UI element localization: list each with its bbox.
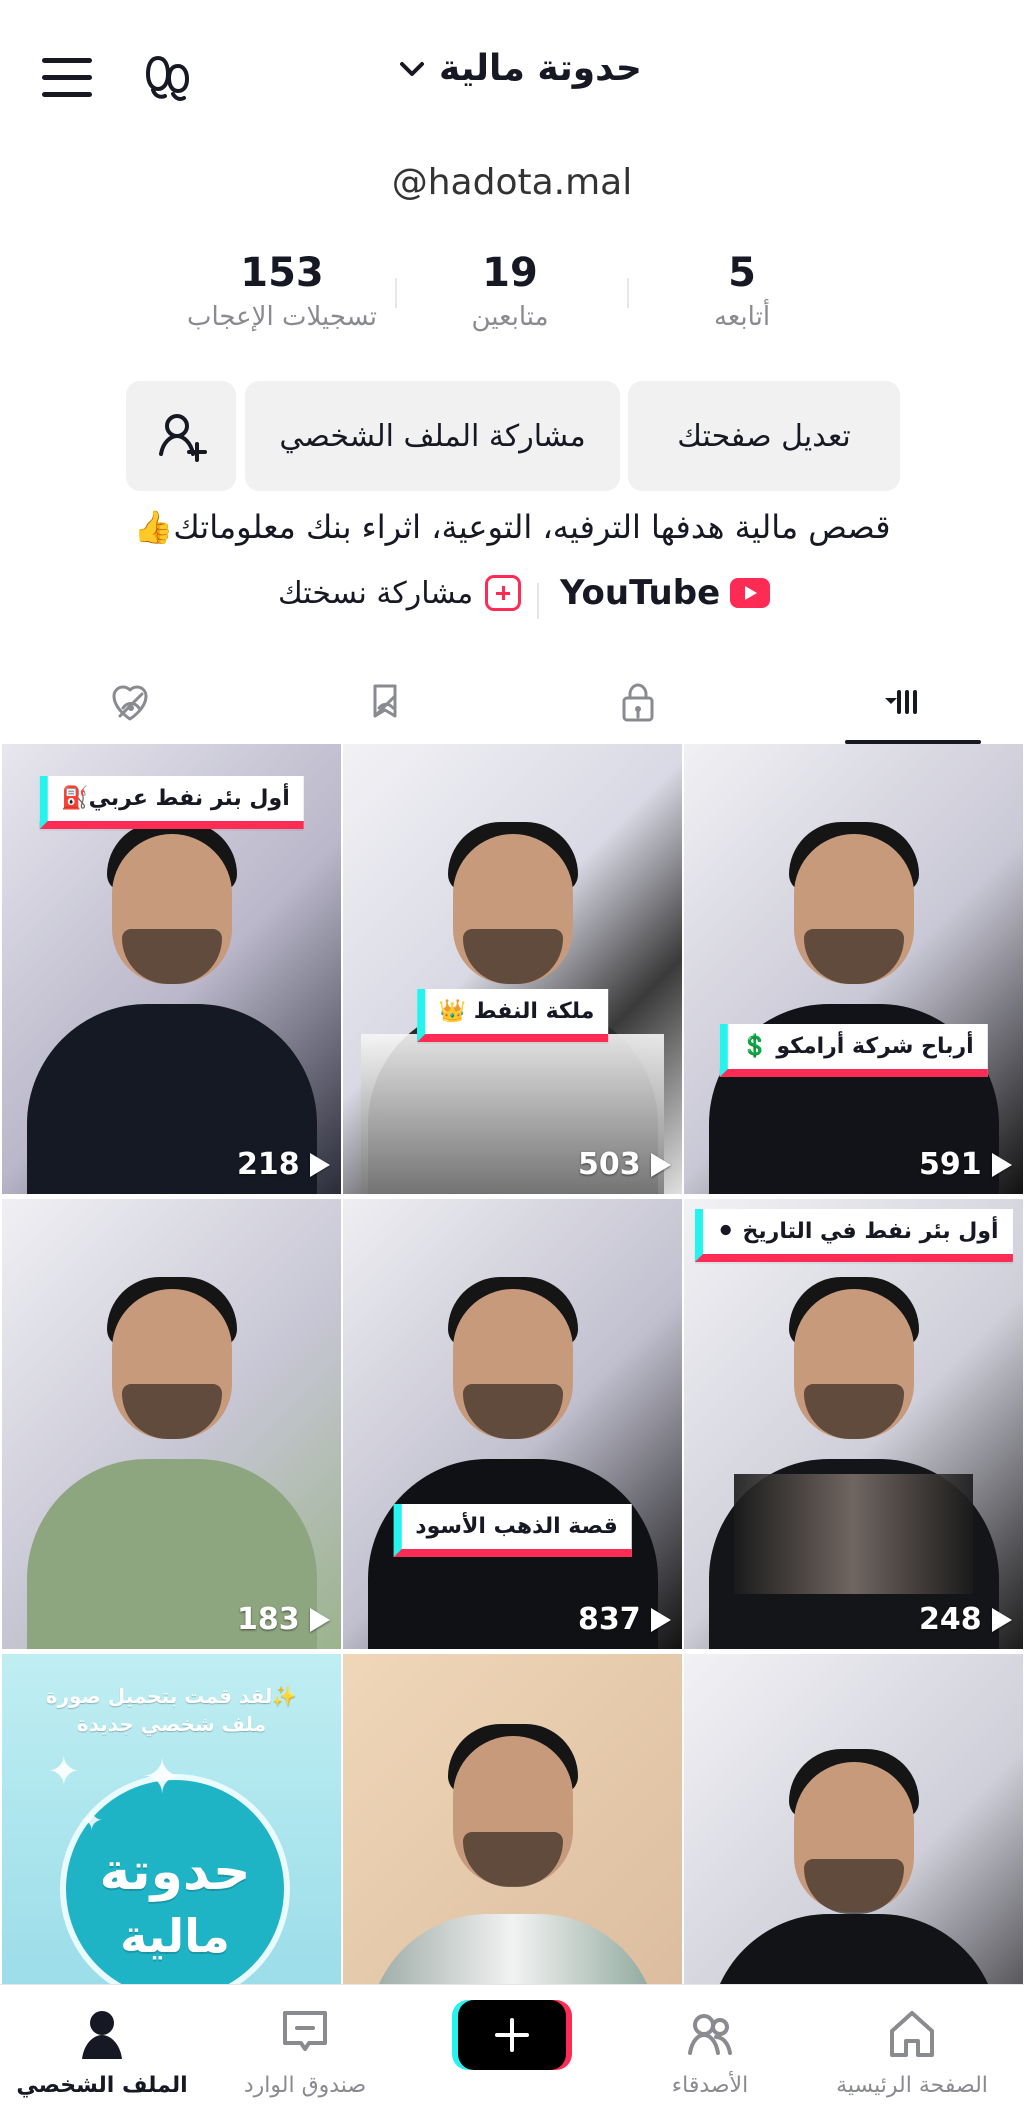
nav-friends[interactable]: الأصدقاء: [610, 2003, 810, 2113]
youtube-link[interactable]: YouTube: [560, 573, 771, 613]
play-icon: [309, 1152, 330, 1177]
video-tile[interactable]: 183: [2, 1199, 341, 1649]
nav-inbox[interactable]: صندوق الوارد: [205, 2003, 405, 2113]
share-copy-link[interactable]: مشاركة نسختك: [278, 575, 522, 611]
following-label: أتابعه: [713, 302, 771, 332]
create-button[interactable]: [458, 2000, 566, 2070]
profile-switcher[interactable]: حدوتة مالية: [395, 48, 642, 89]
add-friends-button[interactable]: [126, 381, 236, 491]
nav-home-label: الصفحة الرئيسية: [836, 2073, 988, 2098]
likes-stat[interactable]: 153 تسجيلات الإعجاب: [172, 250, 392, 332]
menu-line: [42, 58, 92, 63]
nav-friends-label: الأصدقاء: [671, 2073, 749, 2098]
video-caption: أرباح شركة أرامكو 💲: [719, 1024, 988, 1077]
following-stat[interactable]: 5 أتابعه: [632, 250, 852, 332]
view-count-value: 248: [919, 1602, 982, 1637]
inbox-icon: [283, 2011, 327, 2051]
play-icon: [650, 1607, 671, 1632]
video-tile[interactable]: ملكة النفط 👑 503: [343, 744, 682, 1194]
likes-label: تسجيلات الإعجاب: [186, 302, 378, 332]
video-caption: أول بئر نفط في التاريخ ⚫: [694, 1209, 1013, 1262]
menu-line: [42, 92, 92, 97]
view-count-value: 591: [919, 1147, 982, 1182]
footprints-icon[interactable]: [142, 52, 194, 104]
view-count: 837: [578, 1602, 671, 1637]
tab-private[interactable]: [578, 660, 698, 744]
upload-message: ✨لقد قمت بتحميل صورة ملف شخصي جديدة: [45, 1684, 298, 1736]
view-count-value: 837: [578, 1602, 641, 1637]
followers-label: متابعين: [471, 302, 549, 332]
home-icon: [890, 2011, 934, 2057]
chevron-down-icon: [400, 61, 424, 76]
stats-divider: [627, 278, 629, 308]
plus-icon: [495, 2018, 529, 2052]
profile-screen: حدوتة مالية @hadota.mal 153 تسجيلات الإع…: [0, 0, 1024, 2116]
profile-title: حدوتة مالية: [439, 48, 642, 89]
video-caption: قصة الذهب الأسود: [393, 1504, 632, 1557]
friends-icon: [688, 2014, 732, 2055]
view-count: 591: [919, 1147, 1012, 1182]
profile-tabs: [0, 660, 1024, 744]
view-count: 183: [237, 1602, 330, 1637]
lock-icon: [622, 683, 654, 722]
share-copy-label: مشاركة نسختك: [278, 575, 474, 611]
add-user-icon: [159, 414, 207, 462]
followers-stat[interactable]: 19 متابعين: [400, 250, 620, 332]
profile-stats: 153 تسجيلات الإعجاب 19 متابعين 5 أتابعه: [0, 250, 1024, 350]
youtube-icon: [730, 578, 771, 608]
nav-profile-label: الملف الشخصي: [16, 2073, 188, 2098]
video-tile[interactable]: قصة الذهب الأسود 837: [343, 1199, 682, 1649]
tab-liked[interactable]: [70, 660, 190, 744]
profile-bio: قصص مالية هدفها الترفيه، التوعية، اثراء …: [133, 508, 891, 546]
nav-home[interactable]: الصفحة الرئيسية: [812, 2003, 1012, 2113]
nav-inbox-label: صندوق الوارد: [243, 2073, 367, 2098]
menu-icon[interactable]: [42, 58, 92, 98]
followers-count: 19: [482, 250, 538, 296]
video-tile[interactable]: أول بئر نفط في التاريخ ⚫ 248: [684, 1199, 1023, 1649]
stats-divider: [395, 278, 397, 308]
view-count-value: 218: [237, 1147, 300, 1182]
following-count: 5: [728, 250, 756, 296]
play-icon: [309, 1607, 330, 1632]
profile-handle: @hadota.mal: [391, 162, 633, 203]
view-count-value: 183: [237, 1602, 300, 1637]
likes-count: 153: [240, 250, 324, 296]
view-count-value: 503: [578, 1147, 641, 1182]
play-icon: [991, 1607, 1012, 1632]
tab-videos[interactable]: [843, 660, 981, 744]
profile-icon: [82, 2011, 122, 2059]
videos-grid-icon: [885, 690, 917, 714]
tab-saved[interactable]: [325, 660, 445, 744]
menu-line: [42, 75, 92, 80]
share-profile-button[interactable]: مشاركة الملف الشخصي: [245, 381, 620, 491]
youtube-label: YouTube: [560, 573, 721, 613]
view-count: 218: [237, 1147, 330, 1182]
video-tile[interactable]: أول بئر نفط عربي⛽ 218: [2, 744, 341, 1194]
play-icon: [991, 1152, 1012, 1177]
top-bar: حدوتة مالية: [0, 0, 1024, 150]
video-tile[interactable]: أرباح شركة أرامكو 💲 591: [684, 744, 1023, 1194]
view-count: 248: [919, 1602, 1012, 1637]
link-divider: [537, 583, 539, 619]
liked-hidden-icon: [112, 685, 148, 721]
saved-hidden-icon: [373, 684, 397, 718]
video-caption: ملكة النفط 👑: [416, 989, 609, 1042]
add-box-icon: [485, 575, 522, 611]
profile-links: مشاركة نسختك YouTube: [0, 573, 1024, 629]
view-count: 503: [578, 1147, 671, 1182]
video-caption: أول بئر نفط عربي⛽: [39, 776, 304, 829]
edit-profile-button[interactable]: تعديل صفحتك: [628, 381, 900, 491]
play-icon: [650, 1152, 671, 1177]
video-grid: أول بئر نفط عربي⛽ 218 ملكة النفط 👑 503 أ…: [0, 744, 1024, 2104]
nav-profile[interactable]: الملف الشخصي: [2, 2003, 202, 2113]
